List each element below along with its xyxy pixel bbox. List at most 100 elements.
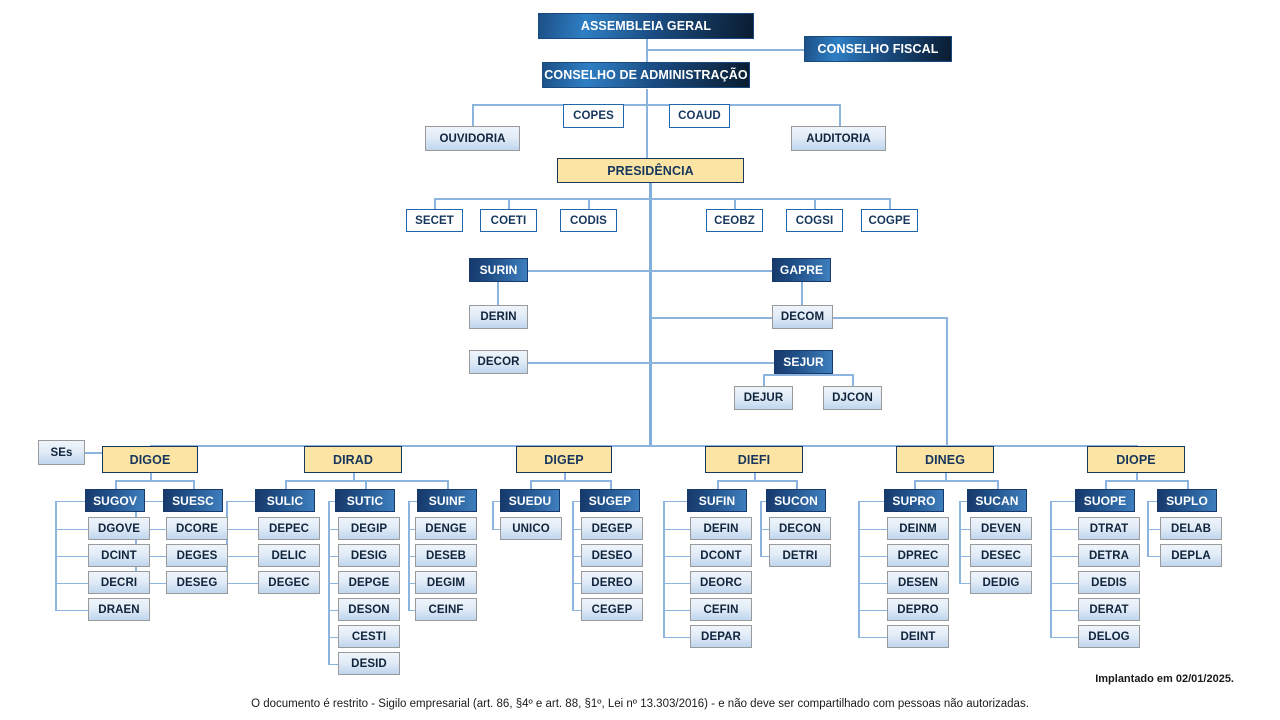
department-dedig[interactable]: DEDIG [970, 571, 1032, 594]
committee-ceobz[interactable]: CEOBZ [706, 209, 763, 232]
department-deven[interactable]: DEVEN [970, 517, 1032, 540]
superintendency-sucan[interactable]: SUCAN [967, 489, 1027, 512]
department-deseo[interactable]: DESEO [581, 544, 643, 567]
gapre-box[interactable]: GAPRE [772, 258, 831, 282]
directorate-dineg[interactable]: DINEG [896, 446, 994, 473]
sejur-box[interactable]: SEJUR [774, 350, 833, 374]
conselho-fiscal-box[interactable]: CONSELHO FISCAL [804, 36, 952, 62]
superintendency-sufin[interactable]: SUFIN [687, 489, 747, 512]
department-degim[interactable]: DEGIM [415, 571, 477, 594]
conselho-administracao-box[interactable]: CONSELHO DE ADMINISTRAÇÃO [542, 62, 750, 88]
superintendency-sugep[interactable]: SUGEP [580, 489, 640, 512]
decor-box[interactable]: DECOR [469, 350, 528, 374]
assembleia-geral-box[interactable]: ASSEMBLEIA GERAL [538, 13, 754, 39]
department-dcont[interactable]: DCONT [690, 544, 752, 567]
superintendency-sucon[interactable]: SUCON [766, 489, 826, 512]
superintendency-suplo[interactable]: SUPLO [1157, 489, 1217, 512]
department-desid[interactable]: DESID [338, 652, 400, 675]
department-depro[interactable]: DEPRO [887, 598, 949, 621]
decom-box[interactable]: DECOM [772, 305, 833, 329]
department-dprec[interactable]: DPREC [887, 544, 949, 567]
superintendency-suinf[interactable]: SUINF [417, 489, 477, 512]
ouvidoria-box[interactable]: OUVIDORIA [425, 126, 520, 151]
department-cefin[interactable]: CEFIN [690, 598, 752, 621]
department-deorc[interactable]: DEORC [690, 571, 752, 594]
dejur-box[interactable]: DEJUR [734, 386, 793, 410]
department-detri[interactable]: DETRI [769, 544, 831, 567]
department-delic[interactable]: DELIC [258, 544, 320, 567]
department-depar[interactable]: DEPAR [690, 625, 752, 648]
line-bus-codis [588, 198, 590, 209]
directorate-dirad-label: DIRAD [332, 452, 374, 467]
department-dcint[interactable]: DCINT [88, 544, 150, 567]
surin-box[interactable]: SURIN [469, 258, 528, 282]
coaud-box[interactable]: COAUD [669, 104, 730, 128]
superintendency-suedu[interactable]: SUEDU [500, 489, 560, 512]
department-draen[interactable]: DRAEN [88, 598, 150, 621]
surin-label: SURIN [479, 263, 518, 277]
committee-cogsi[interactable]: COGSI [786, 209, 843, 232]
department-dcore[interactable]: DCORE [166, 517, 228, 540]
committee-secet[interactable]: SECET [406, 209, 463, 232]
department-defin[interactable]: DEFIN [690, 517, 752, 540]
department-cesti[interactable]: CESTI [338, 625, 400, 648]
superintendency-sugov[interactable]: SUGOV [85, 489, 145, 512]
directorate-diope[interactable]: DIOPE [1087, 446, 1185, 473]
committee-codis[interactable]: CODIS [560, 209, 617, 232]
line-suope-dep0 [1050, 528, 1078, 530]
department-degep[interactable]: DEGEP [581, 517, 643, 540]
department-dgove[interactable]: DGOVE [88, 517, 150, 540]
superintendency-sulic[interactable]: SULIC [255, 489, 315, 512]
superintendency-suope[interactable]: SUOPE [1075, 489, 1135, 512]
department-delog[interactable]: DELOG [1078, 625, 1140, 648]
djcon-box[interactable]: DJCON [823, 386, 882, 410]
department-ceinf-label: CEINF [428, 603, 464, 616]
auditoria-box[interactable]: AUDITORIA [791, 126, 886, 151]
directorate-dirad[interactable]: DIRAD [304, 446, 402, 473]
department-dtrat[interactable]: DTRAT [1078, 517, 1140, 540]
department-desen[interactable]: DESEN [887, 571, 949, 594]
department-cegep[interactable]: CEGEP [581, 598, 643, 621]
department-detra[interactable]: DETRA [1078, 544, 1140, 567]
department-desig[interactable]: DESIG [338, 544, 400, 567]
directorate-digoe[interactable]: DIGOE [102, 446, 198, 473]
department-degec[interactable]: DEGEC [258, 571, 320, 594]
directorate-diefi[interactable]: DIEFI [705, 446, 803, 473]
copes-box[interactable]: COPES [563, 104, 624, 128]
line-diefi-sup0 [717, 480, 719, 489]
department-deseg[interactable]: DESEG [166, 571, 228, 594]
department-depge[interactable]: DEPGE [338, 571, 400, 594]
presidencia-box[interactable]: PRESIDÊNCIA [557, 158, 744, 183]
superintendency-sulic-label: SULIC [266, 493, 304, 508]
department-desec[interactable]: DESEC [970, 544, 1032, 567]
department-dedis[interactable]: DEDIS [1078, 571, 1140, 594]
superintendency-sutic[interactable]: SUTIC [335, 489, 395, 512]
superintendency-suesc[interactable]: SUESC [163, 489, 223, 512]
department-degip[interactable]: DEGIP [338, 517, 400, 540]
committee-cogpe[interactable]: COGPE [861, 209, 918, 232]
committee-coeti[interactable]: COETI [480, 209, 537, 232]
department-ceinf[interactable]: CEINF [415, 598, 477, 621]
department-depec[interactable]: DEPEC [258, 517, 320, 540]
department-deint[interactable]: DEINT [887, 625, 949, 648]
department-delab[interactable]: DELAB [1160, 517, 1222, 540]
department-depla[interactable]: DEPLA [1160, 544, 1222, 567]
department-detra-label: DETRA [1088, 549, 1130, 562]
department-deson[interactable]: DESON [338, 598, 400, 621]
directorate-digep[interactable]: DIGEP [516, 446, 612, 473]
line-gapre-decom [801, 281, 803, 305]
department-denge[interactable]: DENGE [415, 517, 477, 540]
department-deseb[interactable]: DESEB [415, 544, 477, 567]
ses-box[interactable]: SEs [38, 440, 85, 465]
department-dereo[interactable]: DEREO [581, 571, 643, 594]
department-unico[interactable]: UNICO [500, 517, 562, 540]
department-deges[interactable]: DEGES [166, 544, 228, 567]
line-diefi-sup1 [796, 480, 798, 489]
department-decri[interactable]: DECRI [88, 571, 150, 594]
department-decon[interactable]: DECON [769, 517, 831, 540]
department-deinm[interactable]: DEINM [887, 517, 949, 540]
superintendency-supro[interactable]: SUPRO [884, 489, 944, 512]
derin-box[interactable]: DERIN [469, 305, 528, 329]
line-suope-spine [1050, 500, 1052, 637]
department-derat[interactable]: DERAT [1078, 598, 1140, 621]
